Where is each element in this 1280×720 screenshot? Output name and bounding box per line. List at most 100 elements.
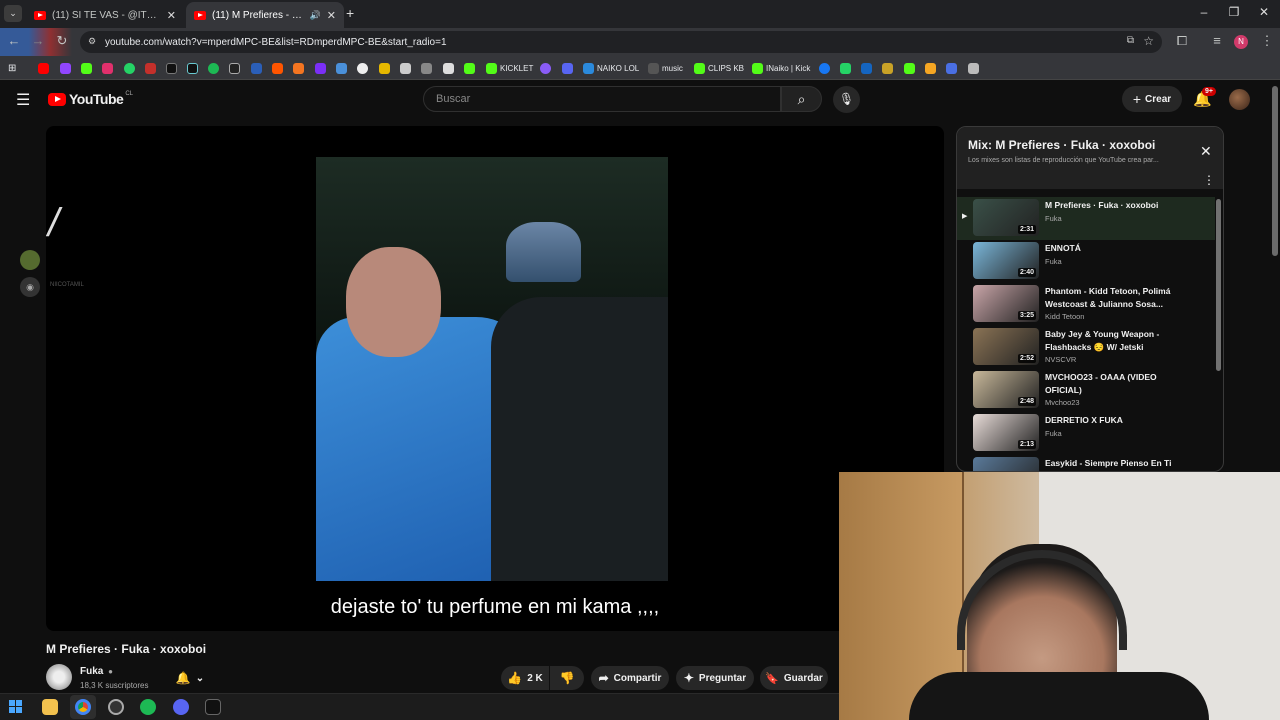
playlist-item[interactable]: 2:48 MVCHOO23 - OAAA (VIDEO OFICIAL) Mvcho… [957,369,1215,412]
bookmark-icon[interactable] [421,61,435,75]
bookmark-icon[interactable] [904,61,918,75]
bookmark-icon[interactable] [443,61,457,75]
bookmark-icon[interactable] [925,61,939,75]
playlist-thumbnail[interactable] [973,457,1039,471]
maximize-icon[interactable]: ❐ [1219,5,1249,19]
bookmark-kicklet[interactable]: KICKLET [486,61,533,75]
playlist-thumbnail[interactable]: 2:48 [973,371,1039,408]
spotify-icon[interactable] [140,699,156,715]
bookmark-icon[interactable] [336,61,350,75]
bookmark-icon[interactable] [229,61,243,75]
playlist-item[interactable]: 2:52 Baby Jey & Young Weapon - Flashbacks… [957,326,1215,369]
bookmark-icon[interactable] [102,61,116,75]
extensions-icon[interactable]: ⧠ [1173,33,1191,49]
audio-playing-icon[interactable]: 🔊 [310,10,321,21]
tab-search-button[interactable]: ⌄ [4,5,22,22]
bookmark-naiko-lol[interactable]: NAIKO LOL [583,61,639,75]
subscription-bell-button[interactable]: 🔔 ⌄ [166,666,214,690]
profile-avatar[interactable]: N [1234,35,1248,49]
bookmark-icon[interactable] [840,61,854,75]
close-playlist-icon[interactable]: ✕ [1200,143,1212,160]
bookmark-icon[interactable] [187,61,201,75]
youtube-logo[interactable]: YouTube CL [48,91,133,107]
chrome-icon[interactable] [75,699,91,715]
page-scrollbar[interactable] [1272,86,1278,256]
bookmark-clips-kb[interactable]: CLIPS KB [694,61,744,75]
site-info-icon[interactable]: ⚙ [88,36,96,47]
menu-kebab-icon[interactable]: ⋮ [1258,33,1276,49]
ask-button[interactable]: ✦ Preguntar [676,666,754,690]
search-button[interactable]: ⌕ [781,86,822,112]
bookmark-icon[interactable] [379,61,393,75]
playlist-thumbnail[interactable]: 2:13 [973,414,1039,451]
file-explorer-icon[interactable] [42,699,58,715]
tab-active[interactable]: (11) M Prefieres - Fuka - xox 🔊 ✕ [186,2,344,28]
bookmark-icon[interactable] [464,61,478,75]
bookmark-icon[interactable] [293,61,307,75]
bookmark-icon[interactable] [946,61,960,75]
create-button[interactable]: + Crear [1122,86,1182,112]
discord-taskbar-icon[interactable] [173,699,189,715]
bookmark-music[interactable]: music [648,61,683,75]
playlist-thumbnail[interactable]: 2:52 [973,328,1039,365]
channel-name[interactable]: Fuka ● [80,666,113,677]
playlist-thumbnail[interactable]: 2:40 [973,242,1039,279]
hamburger-menu-icon[interactable]: ☰ [16,90,30,110]
bookmark-star-icon[interactable]: ☆ [1143,34,1154,48]
account-avatar[interactable] [1229,89,1250,110]
bookmark-icon[interactable] [540,61,554,75]
share-button[interactable]: ➦ Compartir [591,666,669,690]
playlist-item[interactable]: Easykid - Siempre Pienso En Ti [957,455,1215,471]
bookmark-icon[interactable] [357,61,371,75]
tab-inactive[interactable]: (11) SI TE VAS - @ITHANNY | VI ✕ [26,2,184,28]
bookmark-inaiko-kick[interactable]: INaiko | Kick [752,61,810,75]
video-player[interactable]: / NIICOTAMIL dejaste to' tu perfume en m… [46,126,944,631]
apps-icon[interactable]: ⊞ [8,61,16,75]
bookmark-icon[interactable] [968,61,982,75]
bookmark-icon[interactable] [166,61,180,75]
bookmark-icon[interactable] [124,61,138,75]
like-button[interactable]: 👍 2 K [501,666,549,690]
close-tab-icon[interactable]: ✕ [327,9,336,22]
bookmark-icon[interactable] [882,61,896,75]
voice-search-button[interactable]: 🎙 [833,86,860,113]
playlist-item[interactable]: 2:13 DERRETIO X FUKA Fuka [957,412,1215,455]
address-bar[interactable]: ⚙ youtube.com/watch?v=mperdMPC-BE&list=R… [80,31,1162,53]
app-icon[interactable] [205,699,221,715]
bookmark-icon[interactable] [819,61,833,75]
channel-avatar[interactable] [46,664,72,690]
playlist-thumbnail[interactable]: 3:25 [973,285,1039,322]
save-button[interactable]: 🔖 Guardar [760,666,828,690]
bookmark-icon[interactable] [272,61,286,75]
obs-icon[interactable] [108,699,124,715]
dislike-button[interactable]: 👎 [550,666,584,690]
bookmark-icon[interactable] [400,61,414,75]
close-tab-icon[interactable]: ✕ [167,9,176,22]
bookmark-icon[interactable] [861,61,875,75]
back-icon[interactable]: ← [5,33,23,48]
bookmark-icon[interactable] [60,61,74,75]
bookmark-icon[interactable] [251,61,265,75]
forward-icon[interactable]: → [29,33,47,48]
playlist-item[interactable]: 3:25 Phantom - Kidd Tetoon, Polimá Westco… [957,283,1215,326]
playlist-thumbnail[interactable]: 2:31 [973,199,1039,236]
minimize-icon[interactable]: – [1189,5,1219,19]
bookmark-icon[interactable] [562,61,576,75]
bookmark-icon[interactable] [145,61,159,75]
search-input[interactable]: Buscar [423,86,781,112]
close-window-icon[interactable]: ✕ [1249,5,1279,19]
bookmark-icon[interactable] [81,61,95,75]
install-app-icon[interactable]: ⧉ [1127,35,1134,46]
bookmark-icon[interactable] [208,61,222,75]
playlist-menu-icon[interactable]: ⋮ [1203,173,1215,187]
playlist-item[interactable]: ▶ 2:31 M Prefieres · Fuka · xoxoboi Fuka [957,197,1215,240]
reading-list-icon[interactable]: ≡ [1208,33,1226,48]
bookmark-icon[interactable] [315,61,329,75]
reload-icon[interactable]: ↻ [53,33,71,49]
bookmark-icon[interactable] [38,61,52,75]
playlist-item[interactable]: 2:40 ENNOTÁ Fuka [957,240,1215,283]
windows-start-icon[interactable] [9,700,22,713]
playlist-scrollbar[interactable] [1216,199,1221,371]
notifications-button[interactable]: 🔔 9+ [1193,87,1216,108]
new-tab-button[interactable]: + [346,5,354,21]
